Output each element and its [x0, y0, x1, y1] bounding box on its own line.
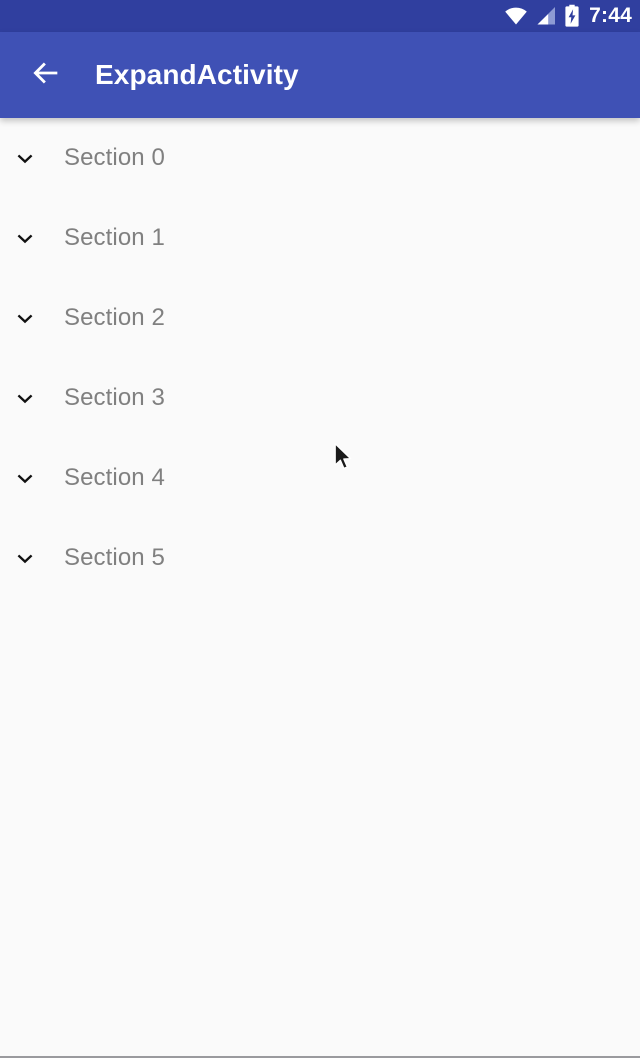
section-list: Section 0 Section 1 Section 2 Section 3 … — [0, 118, 640, 1056]
status-bar-clock: 7:44 — [589, 4, 632, 27]
chevron-down-icon[interactable] — [6, 386, 44, 410]
wifi-icon — [504, 6, 528, 26]
list-item[interactable]: Section 1 — [0, 198, 640, 278]
list-item[interactable]: Section 0 — [0, 118, 640, 198]
page-title: ExpandActivity — [95, 59, 299, 90]
status-bar: 7:44 — [0, 0, 640, 32]
list-item[interactable]: Section 5 — [0, 518, 640, 598]
battery-charging-icon — [564, 4, 580, 28]
list-item[interactable]: Section 3 — [0, 358, 640, 438]
android-screen: 7:44 ExpandActivity Section 0 Section 1 … — [0, 0, 640, 1058]
app-bar: ExpandActivity — [0, 32, 640, 118]
list-item-label: Section 0 — [64, 144, 165, 171]
cell-signal-icon — [535, 6, 557, 26]
list-item[interactable]: Section 2 — [0, 278, 640, 358]
arrow-back-icon — [29, 56, 63, 95]
list-item-label: Section 5 — [64, 544, 165, 571]
chevron-down-icon[interactable] — [6, 146, 44, 170]
list-item-label: Section 1 — [64, 224, 165, 251]
back-button[interactable] — [18, 47, 74, 103]
list-item-label: Section 4 — [64, 464, 165, 491]
list-item[interactable]: Section 4 — [0, 438, 640, 518]
chevron-down-icon[interactable] — [6, 306, 44, 330]
chevron-down-icon[interactable] — [6, 226, 44, 250]
status-bar-icons — [504, 4, 580, 28]
list-item-label: Section 3 — [64, 384, 165, 411]
chevron-down-icon[interactable] — [6, 466, 44, 490]
list-item-label: Section 2 — [64, 304, 165, 331]
chevron-down-icon[interactable] — [6, 546, 44, 570]
